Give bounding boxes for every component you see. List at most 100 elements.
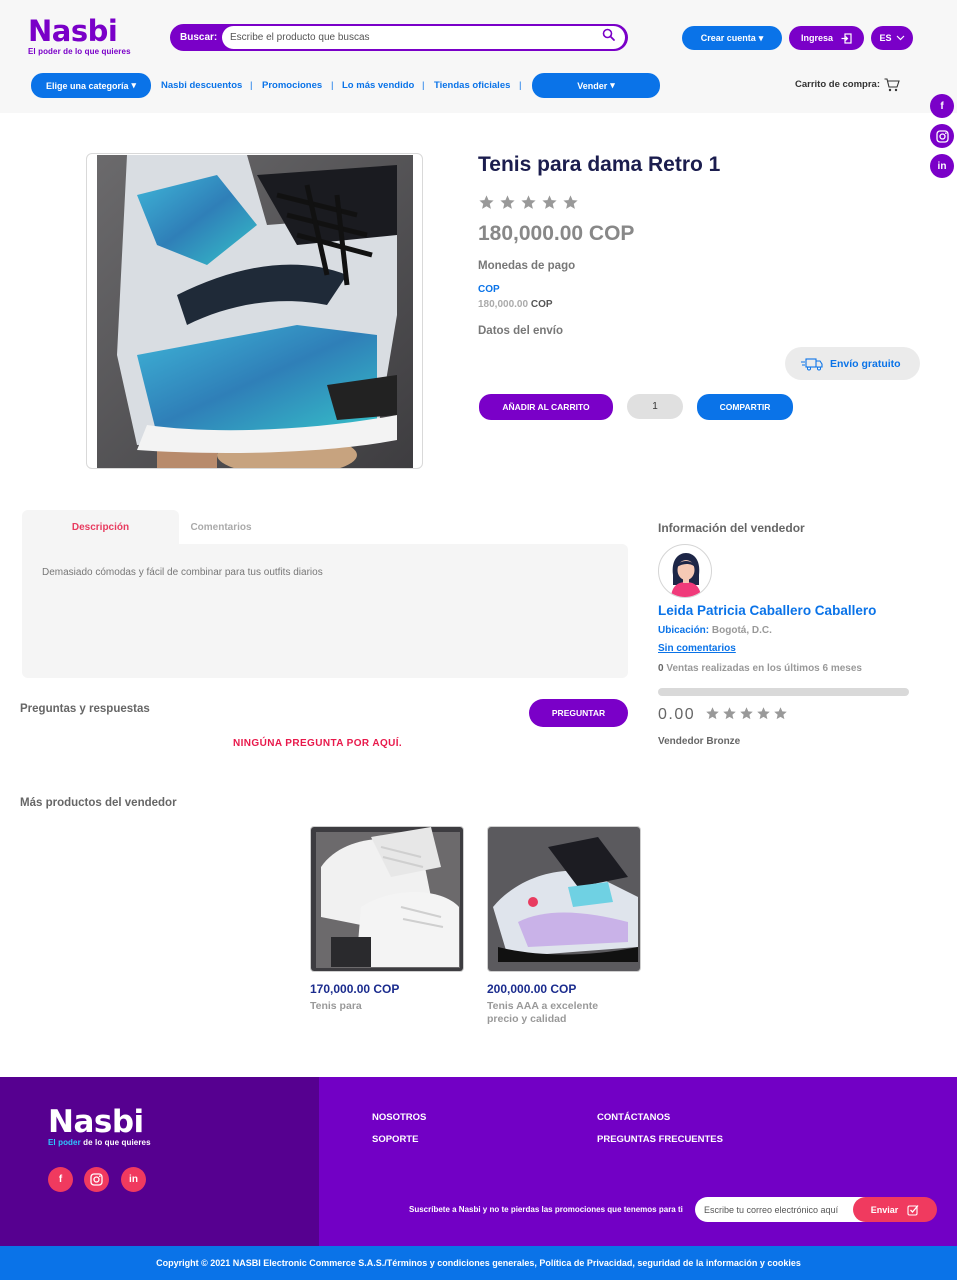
footer-facebook-button[interactable]: f bbox=[48, 1167, 73, 1192]
subscribe-text: Suscríbete a Nasbi y no te pierdas las p… bbox=[409, 1205, 683, 1214]
seller-location-value: Bogotá, D.C. bbox=[711, 625, 772, 636]
seller-section-title: Información del vendedor bbox=[658, 521, 805, 535]
product-card-image[interactable] bbox=[310, 826, 464, 972]
search-bar: Buscar: bbox=[170, 24, 628, 51]
seller-rating-value: 0.00 bbox=[658, 706, 696, 723]
cart-label[interactable]: Carrito de compra: bbox=[795, 79, 880, 90]
seller-sales: 0 Ventas realizadas en los últimos 6 mes… bbox=[658, 663, 862, 674]
sell-label: Vender bbox=[577, 80, 608, 91]
logo-tagline: El poder de lo que quieres bbox=[28, 47, 131, 56]
sell-button[interactable]: Vender ▾ bbox=[532, 73, 660, 98]
product-image[interactable] bbox=[97, 155, 413, 468]
product-price: 180,000.00 COP bbox=[478, 222, 635, 245]
payment-currency[interactable]: COP bbox=[478, 284, 500, 295]
linkedin-side-button[interactable]: in bbox=[930, 154, 954, 178]
create-account-label: Crear cuenta bbox=[700, 33, 756, 43]
logo-wordmark: Nasbi bbox=[28, 14, 118, 48]
instagram-side-button[interactable] bbox=[930, 124, 954, 148]
copyright-text[interactable]: Copyright © 2021 NASBI Electronic Commer… bbox=[0, 1258, 957, 1268]
language-selector[interactable]: ES bbox=[871, 26, 913, 50]
product-card-price[interactable]: 170,000.00 COP bbox=[310, 982, 399, 996]
product-title: Tenis para dama Retro 1 bbox=[478, 153, 721, 176]
instagram-icon bbox=[90, 1173, 103, 1186]
quantity-field[interactable]: 1 bbox=[627, 394, 683, 419]
chevron-down-icon bbox=[896, 35, 904, 41]
footer-brand-panel bbox=[0, 1077, 319, 1246]
nasbi-logo[interactable]: Nasbi El poder de lo que quieres bbox=[28, 16, 131, 56]
footer-logo[interactable]: Nasbi El poder de lo que quieres bbox=[48, 1104, 151, 1148]
nav-separator: | bbox=[519, 80, 522, 91]
product-card-name[interactable]: Tenis para bbox=[310, 1000, 450, 1013]
star-icon bbox=[563, 195, 578, 209]
nav-link-tiendas-oficiales[interactable]: Tiendas oficiales bbox=[434, 80, 510, 91]
seller-location-label: Ubicación: bbox=[658, 625, 710, 636]
login-label: Ingresa bbox=[800, 33, 833, 43]
add-to-cart-button[interactable]: AÑADIR AL CARRITO bbox=[479, 394, 613, 420]
linkedin-icon: in bbox=[129, 1174, 138, 1185]
caret-down-icon: ▾ bbox=[610, 80, 615, 90]
seller-rating-bar bbox=[658, 688, 909, 696]
search-label: Buscar: bbox=[180, 32, 218, 43]
footer-link-contactanos[interactable]: CONTÁCTANOS bbox=[597, 1112, 670, 1123]
product-card-image[interactable] bbox=[487, 826, 641, 972]
facebook-icon: f bbox=[940, 100, 944, 112]
shopping-cart-icon[interactable] bbox=[884, 78, 900, 92]
tab-description[interactable]: Descripción bbox=[22, 510, 179, 545]
checkbox-send-icon bbox=[907, 1204, 919, 1216]
footer-link-preguntas-frecuentes[interactable]: PREGUNTAS FRECUENTES bbox=[597, 1134, 723, 1145]
ask-question-button[interactable]: PREGUNTAR bbox=[529, 699, 628, 727]
payment-amount-value: 180,000.00 bbox=[478, 299, 529, 310]
send-label: Enviar bbox=[870, 1204, 899, 1215]
nav-separator: | bbox=[250, 80, 253, 91]
description-panel: Demasiado cómodas y fácil de combinar pa… bbox=[22, 544, 628, 678]
search-icon[interactable] bbox=[602, 28, 616, 42]
share-button[interactable]: COMPARTIR bbox=[697, 394, 793, 420]
instagram-icon bbox=[935, 129, 949, 143]
facebook-side-button[interactable]: f bbox=[930, 94, 954, 118]
footer-linkedin-button[interactable]: in bbox=[121, 1167, 146, 1192]
user-avatar-icon bbox=[671, 553, 701, 597]
linkedin-icon: in bbox=[937, 160, 947, 172]
seller-sales-count: 0 bbox=[658, 663, 664, 674]
nav-separator: | bbox=[331, 80, 334, 91]
nav-link-promociones[interactable]: Promociones bbox=[262, 80, 322, 91]
payment-amount-currency: COP bbox=[530, 299, 553, 310]
star-icon bbox=[723, 707, 736, 720]
payment-currencies-label: Monedas de pago bbox=[478, 260, 576, 272]
payment-amount: 180,000.00 COP bbox=[478, 299, 553, 310]
product-card-name[interactable]: Tenis AAA a excelente precio y calidad bbox=[487, 1000, 627, 1026]
footer-link-nosotros[interactable]: NOSOTROS bbox=[372, 1112, 426, 1123]
footer-instagram-button[interactable] bbox=[84, 1167, 109, 1192]
login-icon bbox=[841, 32, 852, 44]
qa-title: Preguntas y respuestas bbox=[20, 703, 150, 715]
star-icon bbox=[500, 195, 515, 209]
category-label: Elige una categoría bbox=[45, 80, 129, 91]
facebook-icon: f bbox=[58, 1174, 63, 1185]
nav-link-mas-vendido[interactable]: Lo más vendido bbox=[342, 80, 414, 91]
more-products-title: Más productos del vendedor bbox=[20, 797, 177, 809]
language-label: ES bbox=[879, 33, 892, 43]
free-shipping-label: Envío gratuito bbox=[830, 357, 901, 370]
caret-down-icon: ▾ bbox=[758, 32, 764, 43]
copyright-bar: Copyright © 2021 NASBI Electronic Commer… bbox=[0, 1246, 957, 1280]
star-icon bbox=[542, 195, 557, 209]
seller-avatar bbox=[658, 544, 712, 598]
star-icon bbox=[774, 707, 787, 720]
star-icon bbox=[479, 195, 494, 209]
search-input[interactable] bbox=[222, 26, 625, 49]
login-button[interactable]: Ingresa bbox=[789, 26, 864, 50]
nav-link-descuentos[interactable]: Nasbi descuentos bbox=[161, 80, 242, 91]
qa-empty-message: NINGÚNA PREGUNTA POR AQUÍ. bbox=[233, 738, 403, 749]
footer-link-soporte[interactable]: SOPORTE bbox=[372, 1134, 418, 1145]
create-account-button[interactable]: Crear cuenta ▾ bbox=[682, 26, 782, 50]
category-button[interactable]: Elige una categoría ▾ bbox=[31, 73, 151, 98]
tab-comments[interactable]: Comentarios bbox=[179, 510, 263, 545]
product-card-price[interactable]: 200,000.00 COP bbox=[487, 982, 576, 996]
seller-rating-stars bbox=[705, 706, 788, 721]
footer-logo-tagline: El poder de lo que quieres bbox=[48, 1138, 151, 1147]
newsletter-send-button[interactable]: Enviar bbox=[853, 1197, 937, 1222]
seller-comments-link[interactable]: Sin comentarios bbox=[658, 643, 736, 654]
footer-logo-wordmark: Nasbi bbox=[48, 1104, 144, 1140]
seller-sales-text: Ventas realizadas en los últimos 6 meses bbox=[666, 663, 862, 674]
seller-name[interactable]: Leida Patricia Caballero Caballero bbox=[658, 603, 876, 618]
